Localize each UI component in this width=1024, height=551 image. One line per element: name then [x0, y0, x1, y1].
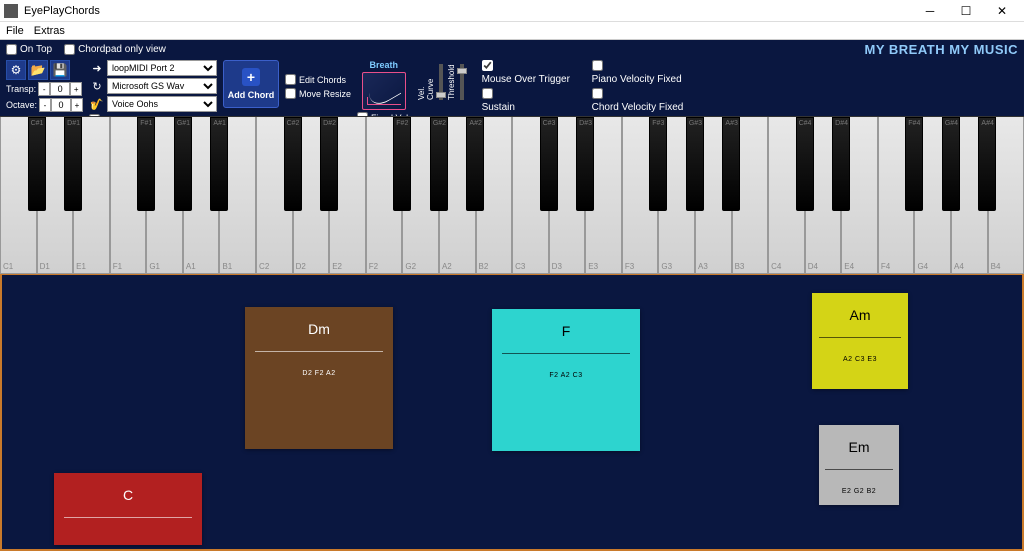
midi-port-select[interactable]: loopMIDI Port 2 — [107, 60, 217, 76]
breath-curve-display[interactable] — [362, 72, 406, 110]
open-icon[interactable]: 📂 — [28, 60, 48, 80]
chord-pad-area[interactable]: DmD2 F2 A2 FF2 A2 C3 AmA2 C3 E3 EmE2 G2 B2 C — [0, 274, 1024, 551]
synth-icon: ↻ — [89, 78, 105, 94]
chord-pad-F[interactable]: FF2 A2 C3 — [492, 309, 640, 451]
black-key-A#1[interactable]: A#1 — [210, 117, 228, 211]
brand-label: MY BREATH MY MUSIC — [865, 42, 1018, 57]
black-key-F#2[interactable]: F#2 — [393, 117, 411, 211]
chord-pad-Dm[interactable]: DmD2 F2 A2 — [245, 307, 393, 449]
top-options-row: On Top Chordpad only view MY BREATH MY M… — [0, 40, 1024, 58]
transpose-label: Transp: — [6, 84, 36, 94]
chord-pad-Em[interactable]: EmE2 G2 B2 — [819, 425, 899, 505]
transpose-stepper[interactable]: -+ — [38, 82, 82, 96]
piano-vel-fixed-checkbox[interactable]: Piano Velocity Fixed — [592, 60, 684, 85]
black-key-D#3[interactable]: D#3 — [576, 117, 594, 211]
black-key-A#4[interactable]: A#4 — [978, 117, 996, 211]
black-key-G#1[interactable]: G#1 — [174, 117, 192, 211]
menu-file[interactable]: File — [6, 25, 24, 37]
move-resize-checkbox[interactable]: Move Resize — [285, 88, 351, 99]
octave-label: Octave: — [6, 100, 37, 110]
plus-icon: + — [242, 68, 260, 86]
black-key-D#2[interactable]: D#2 — [320, 117, 338, 211]
add-chord-button[interactable]: + Add Chord — [223, 60, 279, 108]
chord-vel-fixed-checkbox[interactable]: Chord Velocity Fixed — [592, 88, 684, 113]
threshold-slider[interactable] — [460, 64, 464, 100]
close-button[interactable]: ✕ — [984, 1, 1020, 21]
edit-chords-checkbox[interactable]: Edit Chords — [285, 74, 351, 85]
black-key-F#1[interactable]: F#1 — [137, 117, 155, 211]
save-icon[interactable]: 💾 — [50, 60, 70, 80]
instrument-select[interactable]: Voice Oohs — [107, 96, 217, 112]
black-key-F#4[interactable]: F#4 — [905, 117, 923, 211]
black-key-A#2[interactable]: A#2 — [466, 117, 484, 211]
black-key-G#2[interactable]: G#2 — [430, 117, 448, 211]
black-key-C#4[interactable]: C#4 — [796, 117, 814, 211]
chord-pad-Am[interactable]: AmA2 C3 E3 — [812, 293, 908, 389]
titlebar: EyePlayChords ─ ☐ ✕ — [0, 0, 1024, 22]
mouse-over-trigger-checkbox[interactable]: Mouse Over Trigger — [482, 60, 574, 85]
breath-label: Breath — [370, 60, 399, 70]
vel-curve-label: Vel. Curve — [417, 66, 435, 100]
settings-icon[interactable]: ⚙ — [6, 60, 26, 80]
black-key-C#2[interactable]: C#2 — [284, 117, 302, 211]
black-key-C#1[interactable]: C#1 — [28, 117, 46, 211]
minimize-button[interactable]: ─ — [912, 1, 948, 21]
synth-select[interactable]: Microsoft GS Wav — [107, 78, 217, 94]
chordpad-only-checkbox[interactable]: Chordpad only view — [64, 44, 166, 55]
midi-icon: ➜ — [89, 60, 105, 76]
black-key-D#4[interactable]: D#4 — [832, 117, 850, 211]
black-key-G#3[interactable]: G#3 — [686, 117, 704, 211]
black-key-D#1[interactable]: D#1 — [64, 117, 82, 211]
sustain-checkbox[interactable]: Sustain — [482, 88, 574, 113]
threshold-label: Threshold — [447, 66, 456, 100]
instrument-icon: 🎷 — [89, 96, 105, 112]
maximize-button[interactable]: ☐ — [948, 1, 984, 21]
on-top-checkbox[interactable]: On Top — [6, 44, 52, 55]
octave-stepper[interactable]: -+ — [39, 98, 83, 112]
app-icon — [4, 4, 18, 18]
toolbar: ⚙ 📂 💾 Transp: -+ Octave: -+ ➜ loopMIDI P… — [0, 58, 1024, 116]
black-key-A#3[interactable]: A#3 — [722, 117, 740, 211]
black-key-G#4[interactable]: G#4 — [942, 117, 960, 211]
piano-keyboard: C1D1E1F1G1A1B1C2D2E2F2G2A2B2C3D3E3F3G3A3… — [0, 116, 1024, 274]
menu-extras[interactable]: Extras — [34, 25, 65, 37]
menubar: File Extras — [0, 22, 1024, 40]
black-key-C#3[interactable]: C#3 — [540, 117, 558, 211]
vel-curve-slider[interactable] — [439, 64, 443, 100]
window-title: EyePlayChords — [24, 5, 100, 17]
chord-pad-C[interactable]: C — [54, 473, 202, 545]
black-key-F#3[interactable]: F#3 — [649, 117, 667, 211]
